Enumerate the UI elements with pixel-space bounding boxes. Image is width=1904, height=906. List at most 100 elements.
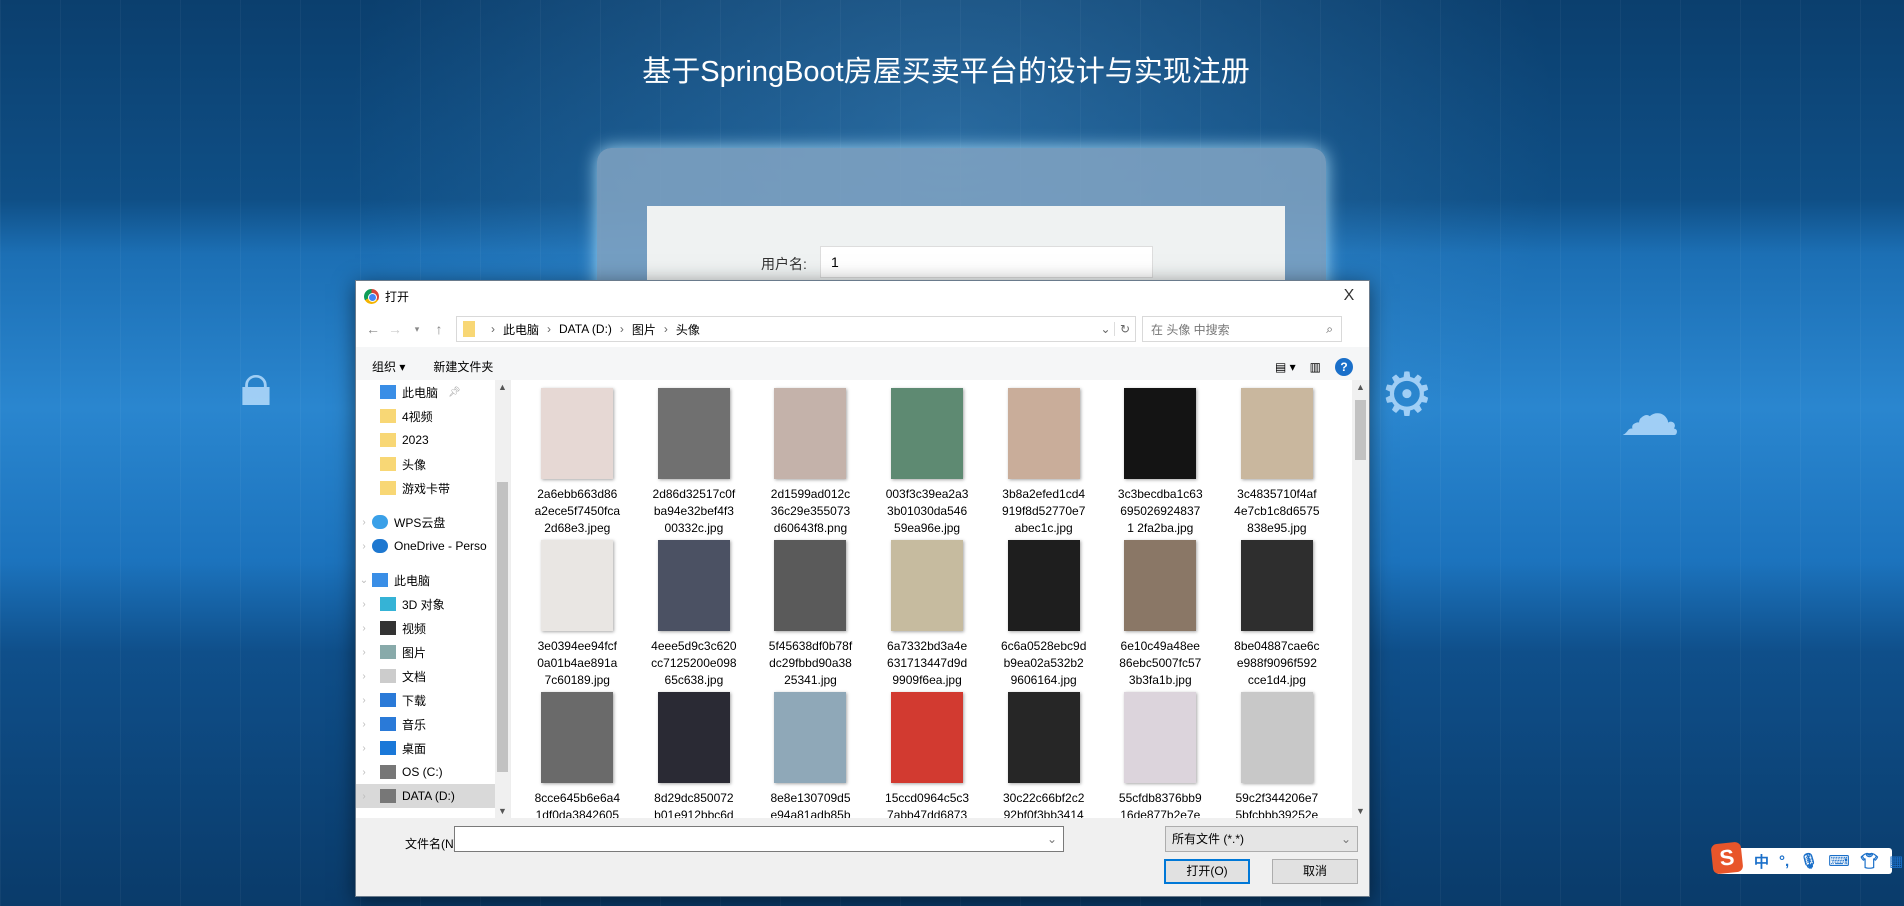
file-item[interactable]: 5f45638df0b78fdc29fbbd90a3825341.jpg	[752, 540, 869, 692]
file-thumbnail[interactable]	[657, 692, 730, 783]
sidebar-item[interactable]: 2023	[356, 428, 510, 452]
forward-arrow-icon[interactable]: →	[384, 321, 406, 337]
toolbox-grid-icon[interactable]: ▦	[1889, 852, 1903, 870]
file-thumbnail[interactable]	[891, 692, 964, 783]
username-input[interactable]: 1	[820, 246, 1153, 278]
sidebar-item[interactable]: › 图片	[356, 640, 510, 664]
new-folder-button[interactable]: 新建文件夹	[433, 358, 493, 375]
cancel-button[interactable]: 取消	[1272, 859, 1358, 884]
sidebar-item[interactable]: › 3D 对象	[356, 592, 510, 616]
refresh-icon[interactable]: ↻	[1115, 322, 1135, 336]
open-button[interactable]: 打开(O)	[1164, 859, 1250, 884]
file-thumbnail[interactable]	[774, 388, 847, 479]
file-thumbnail[interactable]	[774, 540, 847, 631]
filetype-select[interactable]: 所有文件 (*.*) ⌄	[1165, 826, 1358, 852]
file-item[interactable]: 6e10c49a48ee86ebc5007fc573b3fa1b.jpg	[1102, 540, 1219, 692]
help-icon[interactable]: ?	[1335, 357, 1353, 376]
file-item[interactable]: 8be04887cae6ce988f9096f592cce1d4.jpg	[1219, 540, 1336, 692]
file-item[interactable]: 3b8a2efed1cd4919f8d52770e7abec1c.jpg	[985, 388, 1102, 540]
file-item[interactable]: 30c22c66bf2c292bf0f3bb3414	[985, 692, 1102, 818]
sidebar-item[interactable]: › OneDrive - Perso	[356, 534, 510, 558]
file-thumbnail[interactable]	[774, 692, 847, 783]
scrollbar-thumb[interactable]	[1355, 400, 1366, 460]
address-bar[interactable]: › 此电脑 › DATA (D:) › 图片 › 头像 ⌄ ↻	[456, 316, 1136, 342]
file-item[interactable]: 6a7332bd3a4e631713447d9d9909f6ea.jpg	[869, 540, 986, 692]
file-thumbnail[interactable]	[1240, 388, 1313, 479]
file-thumbnail[interactable]	[1124, 540, 1197, 631]
chevron-right-icon[interactable]: ›	[356, 743, 372, 754]
punctuation-toggle[interactable]: °,	[1779, 853, 1789, 870]
file-item[interactable]: 2d86d32517c0fba94e32bef4f300332c.jpg	[636, 388, 753, 540]
file-thumbnail[interactable]	[1007, 540, 1080, 631]
up-arrow-icon[interactable]: ↑	[428, 321, 450, 337]
sidebar-item[interactable]: › 音乐	[356, 712, 510, 736]
ime-mode-toggle[interactable]: 中	[1754, 851, 1769, 872]
chevron-right-icon[interactable]: ›	[356, 541, 372, 552]
back-arrow-icon[interactable]: ←	[362, 321, 384, 337]
breadcrumb-item[interactable]: 图片	[632, 321, 656, 338]
breadcrumb-separator-icon[interactable]: ›	[547, 322, 551, 336]
chevron-right-icon[interactable]: ›	[356, 671, 372, 682]
file-thumbnail[interactable]	[657, 388, 730, 479]
chevron-right-icon[interactable]: ⌄	[356, 575, 372, 586]
file-thumbnail[interactable]	[891, 388, 964, 479]
file-thumbnail[interactable]	[1240, 540, 1313, 631]
sidebar-item[interactable]: 头像	[356, 452, 510, 476]
scroll-up-icon[interactable]: ▲	[1353, 382, 1368, 392]
file-thumbnail[interactable]	[1124, 692, 1197, 783]
file-thumbnail[interactable]	[657, 540, 730, 631]
scroll-up-icon[interactable]: ▲	[495, 382, 510, 392]
chevron-down-icon[interactable]: ⌄	[1047, 832, 1057, 846]
view-options-icon[interactable]: ▤ ▾	[1275, 360, 1296, 374]
sidebar-item[interactable]: › WPS云盘	[356, 510, 510, 534]
sidebar-item[interactable]: 游戏卡带	[356, 476, 510, 500]
chevron-right-icon[interactable]: ›	[356, 719, 372, 730]
breadcrumb-separator-icon[interactable]: ›	[664, 322, 668, 336]
chevron-right-icon[interactable]: ›	[356, 791, 372, 802]
chevron-right-icon[interactable]: ›	[356, 517, 372, 528]
file-item[interactable]: 6c6a0528ebc9db9ea02a532b29606164.jpg	[985, 540, 1102, 692]
file-item[interactable]: 3c4835710f4af4e7cb1c8d6575838e95.jpg	[1219, 388, 1336, 540]
chevron-right-icon[interactable]: ›	[356, 647, 372, 658]
sidebar-item[interactable]: › OS (C:)	[356, 760, 510, 784]
chevron-right-icon[interactable]: ›	[356, 599, 372, 610]
file-thumbnail[interactable]	[1007, 388, 1080, 479]
file-item[interactable]: 59c2f344206e75bfcbbb39252e	[1219, 692, 1336, 818]
chevron-right-icon[interactable]: ›	[356, 695, 372, 706]
scroll-down-icon[interactable]: ▼	[495, 806, 510, 816]
skin-shirt-icon[interactable]: 👕︎	[1860, 852, 1879, 870]
file-thumbnail[interactable]	[541, 540, 614, 631]
breadcrumb-separator-icon[interactable]: ›	[491, 322, 495, 336]
breadcrumb-separator-icon[interactable]: ›	[620, 322, 624, 336]
sogou-logo[interactable]: S	[1710, 841, 1744, 875]
file-thumbnail[interactable]	[1240, 692, 1313, 783]
file-grid-scrollbar[interactable]: ▲ ▼	[1352, 380, 1369, 818]
organize-button[interactable]: 组织 ▾	[372, 358, 405, 375]
file-item[interactable]: 8e8e130709d5e94a81adb85b2	[752, 692, 869, 818]
file-thumbnail[interactable]	[891, 540, 964, 631]
breadcrumb-item[interactable]: DATA (D:)	[559, 322, 612, 336]
file-item[interactable]: 4eee5d9c3c620cc7125200e09865c638.jpg	[636, 540, 753, 692]
pin-icon[interactable]: 📌︎	[448, 387, 461, 398]
chevron-right-icon[interactable]: ›	[356, 767, 372, 778]
preview-pane-icon[interactable]: ▥	[1310, 360, 1321, 374]
file-thumbnail[interactable]	[1007, 692, 1080, 783]
file-thumbnail[interactable]	[541, 388, 614, 479]
recent-chevron-icon[interactable]: ▾	[406, 324, 428, 335]
sidebar-item[interactable]: 4视频	[356, 404, 510, 428]
file-item[interactable]: 8cce645b6e6a41df0da3842605	[519, 692, 636, 818]
breadcrumb-item[interactable]: 头像	[676, 321, 700, 338]
file-item[interactable]: 003f3c39ea2a33b01030da54659ea96e.jpg	[869, 388, 986, 540]
chevron-right-icon[interactable]: ›	[356, 623, 372, 634]
sidebar-item[interactable]: › DATA (D:)	[356, 784, 510, 808]
sidebar-item[interactable]: › 文档	[356, 664, 510, 688]
file-thumbnail[interactable]	[1124, 388, 1197, 479]
sidebar-item[interactable]: › 视频	[356, 616, 510, 640]
file-item[interactable]: 3c3becdba1c636950269248371 2fa2ba.jpg	[1102, 388, 1219, 540]
search-input[interactable]: 在 头像 中搜索 ⌕	[1142, 316, 1342, 342]
sidebar-item[interactable]: › 下载	[356, 688, 510, 712]
filename-input[interactable]: ⌄	[454, 826, 1064, 852]
keyboard-icon[interactable]: ⌨	[1828, 852, 1850, 870]
breadcrumb-item[interactable]: 此电脑	[503, 321, 539, 338]
close-button[interactable]: X	[1329, 287, 1369, 305]
